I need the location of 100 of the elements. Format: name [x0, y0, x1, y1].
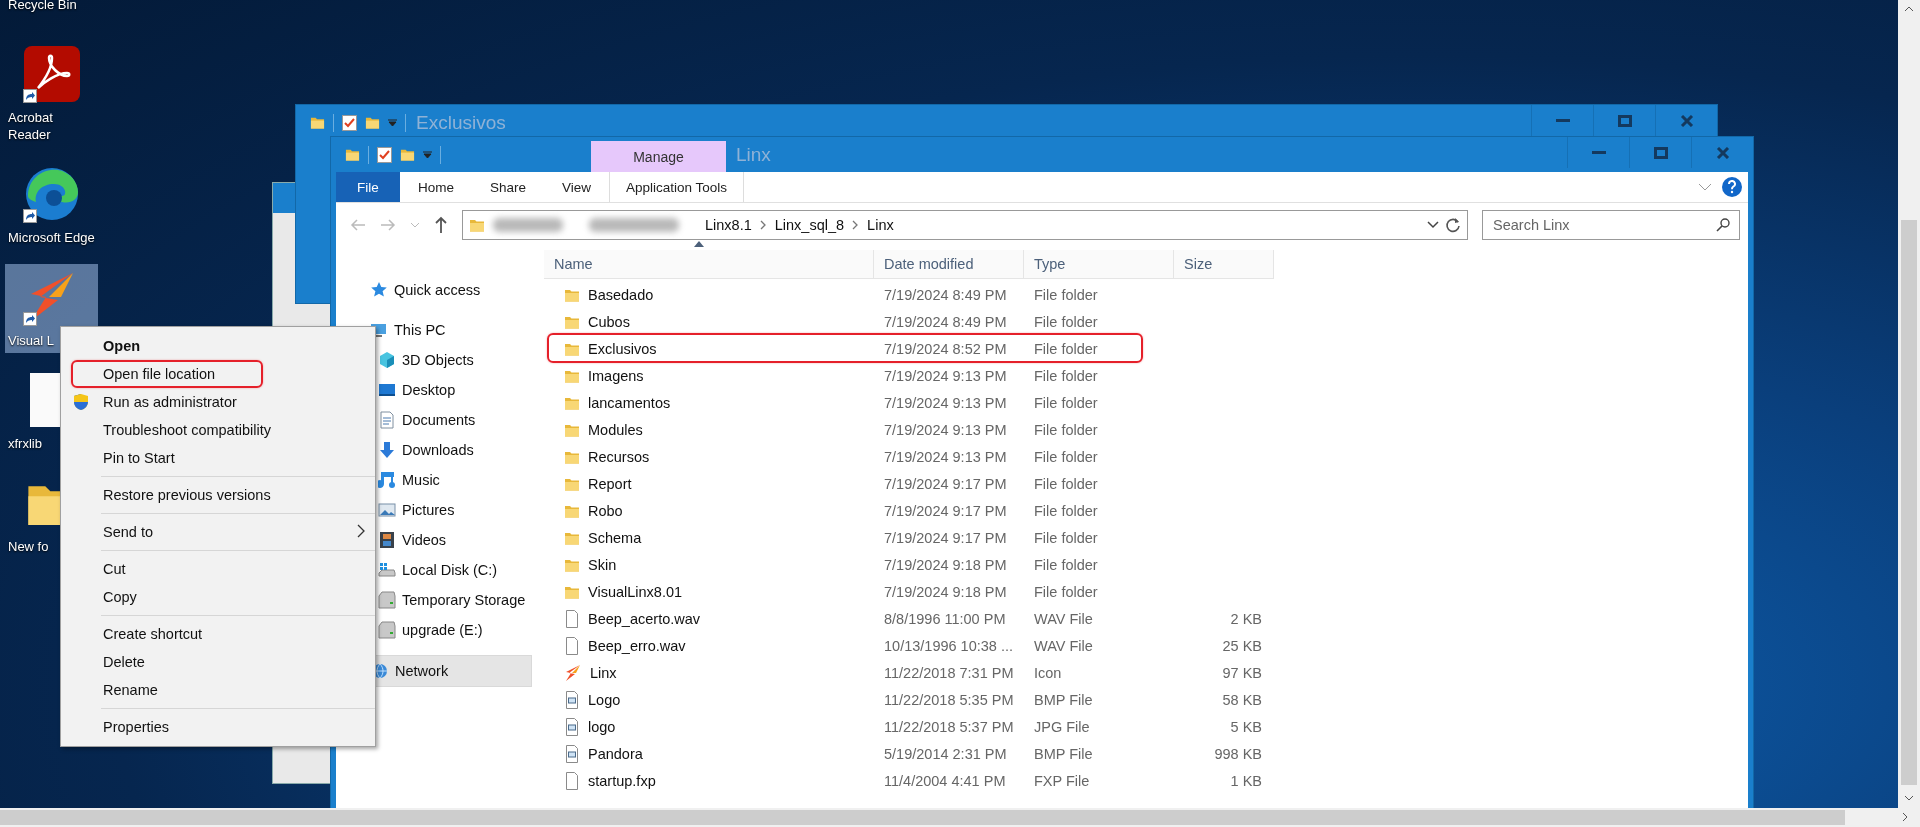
search-icon[interactable] [1716, 218, 1730, 232]
table-cell-text: File folder [1033, 476, 1099, 492]
document-icon [378, 411, 396, 429]
table-cell-text: FXP File [1033, 773, 1091, 789]
menu-item[interactable]: Properties [61, 713, 375, 741]
scroll-down-icon[interactable] [1904, 795, 1914, 801]
column-header[interactable]: Size [1174, 250, 1274, 278]
up-arrow-icon[interactable] [434, 216, 448, 234]
scroll-up-icon[interactable] [1904, 6, 1914, 12]
shortcut-arrow-icon [22, 312, 37, 326]
table-cell-text: File folder [1033, 449, 1099, 465]
file-name[interactable]: Modules [588, 422, 643, 438]
table-cell-text: File folder [1033, 530, 1099, 546]
table-cell-text: 7/19/2024 8:49 PM [883, 314, 1008, 330]
file-name[interactable]: Pandora [588, 746, 643, 762]
star-icon [370, 281, 388, 299]
table-cell-text: 11/22/2018 5:35 PM [883, 692, 1015, 708]
breadcrumb[interactable]: Linx_sql_8 [774, 217, 845, 233]
table-cell-text: 7/19/2024 8:52 PM [883, 341, 1008, 357]
table-cell-text: JPG File [1033, 719, 1091, 735]
table-cell-text: 7/19/2024 9:13 PM [883, 368, 1008, 384]
file-name[interactable]: Basedado [588, 287, 654, 303]
file-name[interactable]: lancamentos [588, 395, 671, 411]
table-cell-text: 11/22/2018 7:31 PM [883, 665, 1015, 681]
nav-item[interactable]: Quick access [336, 275, 532, 305]
table-cell-text: 7/19/2024 9:17 PM [883, 530, 1008, 546]
drive-icon [378, 591, 396, 609]
file-icon [564, 772, 580, 790]
file-name[interactable]: Robo [588, 503, 623, 519]
folder-icon [564, 395, 580, 411]
new-folder-icon [365, 115, 380, 130]
file-name[interactable]: Schema [588, 530, 642, 546]
table-cell-text: 58 KB [1221, 692, 1263, 708]
breadcrumb[interactable]: Linx8.1 [705, 217, 752, 233]
column-header[interactable]: Name [544, 250, 874, 278]
table-cell-text: 2 KB [1229, 611, 1263, 627]
table-cell-text: Icon [1033, 665, 1063, 681]
file-name[interactable]: Linx [590, 665, 617, 681]
desktop-icon-tile[interactable]: Microsoft Edge [5, 161, 98, 250]
file-icon [564, 637, 580, 655]
folder-icon [564, 584, 580, 600]
folder-icon [345, 147, 360, 162]
cube-icon [378, 351, 396, 369]
browser-icon[interactable] [23, 166, 80, 222]
file-name[interactable]: Skin [588, 557, 617, 573]
ribbon-tab[interactable]: File [336, 172, 400, 202]
column-header[interactable]: Date modified [874, 250, 1024, 278]
file-name[interactable]: Exclusivos [588, 341, 657, 357]
properties-icon[interactable] [377, 146, 392, 163]
table-cell-text: 25 KB [1221, 638, 1263, 654]
file-name[interactable]: startup.fxp [588, 773, 656, 789]
table-cell-text: File folder [1033, 287, 1099, 303]
picture-icon [378, 501, 396, 519]
desktop-icon-tile[interactable]: Recycle Bin [5, 0, 98, 17]
table-cell-text: 5 KB [1229, 719, 1263, 735]
table-cell-text: 7/19/2024 8:49 PM [883, 287, 1008, 303]
table-cell-text: 998 KB [1213, 746, 1263, 762]
help-icon[interactable] [1722, 177, 1742, 197]
table-cell-text: 5/19/2014 2:31 PM [883, 746, 1008, 762]
scroll-right-icon[interactable] [1902, 812, 1908, 822]
file-name[interactable]: Recursos [588, 449, 650, 465]
address-bar[interactable]: Linx8.1 Linx_sql_8 Linx [462, 210, 1468, 240]
table-cell-text: File folder [1033, 503, 1099, 519]
table-cell-text: WAV File [1033, 638, 1094, 654]
file-name[interactable]: Imagens [588, 368, 644, 384]
column-header[interactable]: Type [1024, 250, 1174, 278]
file-name[interactable]: Report [588, 476, 632, 492]
search-field[interactable]: Search Linx [1482, 210, 1740, 240]
table-cell-text: File folder [1033, 584, 1099, 600]
drive-icon [378, 621, 396, 639]
table-cell-text: 10/13/1996 10:38 ... [883, 638, 1014, 654]
file-name[interactable]: Beep_erro.wav [588, 638, 686, 654]
pdf-app-icon[interactable] [23, 46, 80, 102]
file-name[interactable]: Logo [588, 692, 621, 708]
properties-icon[interactable] [342, 114, 357, 131]
folder-icon [564, 449, 580, 465]
download-icon [378, 441, 396, 459]
film-icon [378, 531, 396, 549]
file-name[interactable]: Cubos [588, 314, 630, 330]
desktop-icon-label: New fo [8, 538, 49, 555]
image-file-icon [564, 691, 580, 709]
expand-ribbon-icon[interactable] [1698, 183, 1712, 191]
breadcrumb[interactable]: Linx [867, 217, 894, 233]
file-name[interactable]: logo [588, 719, 616, 735]
desktop-icon [378, 381, 396, 399]
breadcrumb-chevron-icon[interactable] [759, 220, 767, 230]
table-cell-text: WAV File [1033, 611, 1094, 627]
folder-icon [564, 476, 580, 492]
folder-icon [564, 368, 580, 384]
dropdown-arrow-icon[interactable] [388, 118, 397, 127]
table-cell-text: 7/19/2024 9:17 PM [883, 503, 1008, 519]
file-name[interactable]: Beep_acerto.wav [588, 611, 701, 627]
desktop-icon-tile[interactable]: Acrobat Reader [5, 41, 98, 147]
file-name[interactable]: VisualLinx8.01 [588, 584, 683, 600]
refresh-icon[interactable] [1445, 217, 1461, 233]
ribbon-tab[interactable]: Application Tools [609, 172, 745, 202]
table-cell-text: 7/19/2024 9:18 PM [883, 557, 1008, 573]
dropdown-arrow-icon[interactable] [423, 150, 432, 159]
breadcrumb-chevron-icon[interactable] [852, 220, 860, 230]
table-cell-text: 11/22/2018 5:37 PM [883, 719, 1015, 735]
